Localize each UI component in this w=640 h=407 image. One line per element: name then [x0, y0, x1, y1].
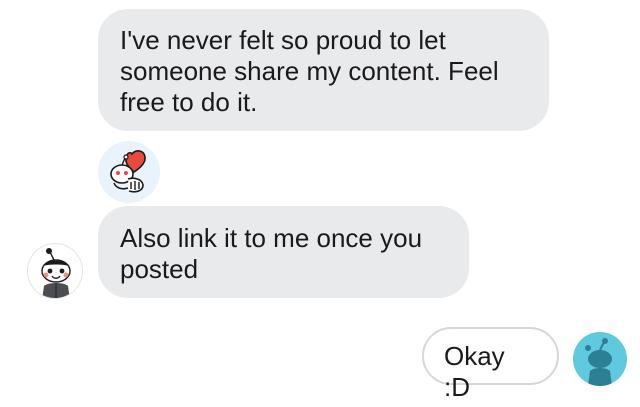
message-line: free to do it.: [120, 87, 258, 117]
message-bubble-outgoing[interactable]: Okay :D: [422, 327, 559, 402]
message-bubble-incoming[interactable]: I've never felt so proud to let someone …: [98, 9, 549, 131]
message-line: Also link it to me once you: [120, 223, 423, 253]
sender-avatar[interactable]: [27, 243, 83, 299]
reaction-sticker[interactable]: [98, 141, 160, 203]
snoo-avatar-icon: [41, 248, 71, 298]
snoo-silhouette-avatar-icon: [585, 338, 612, 386]
message-line: posted: [120, 254, 199, 284]
message-line: someone share my content. Feel: [120, 56, 499, 86]
snoo-heart-sticker-icon: [110, 150, 146, 193]
message-line: Okay :D: [444, 341, 505, 402]
my-avatar[interactable]: [573, 332, 627, 386]
message-line: I've never felt so proud to let: [120, 25, 446, 55]
message-bubble-incoming[interactable]: Also link it to me once you posted: [98, 206, 469, 298]
